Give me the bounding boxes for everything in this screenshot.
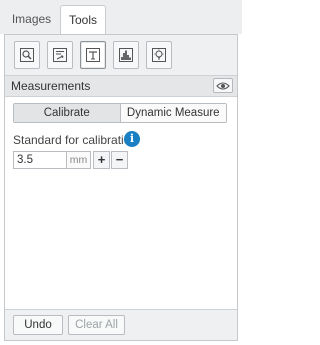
measure-tool-button[interactable] [80,41,106,69]
clear-all-button[interactable]: Clear All [68,315,125,335]
eye-icon [216,81,230,90]
tab-tools[interactable]: Tools [60,5,106,35]
tool-toolbar [5,35,237,76]
panel-footer: Undo Clear All [5,309,237,340]
histogram-icon [119,48,133,62]
calibrate-mode-button[interactable]: Calibrate [14,104,121,122]
tab-images[interactable]: Images [8,5,55,34]
increment-button[interactable]: + [93,151,110,169]
tab-bar: Images Tools [0,0,242,35]
decrement-button[interactable]: − [111,151,128,169]
list-export-icon [53,48,67,62]
visibility-toggle-button[interactable] [213,78,233,93]
lightbulb-icon [152,48,166,62]
calibration-label: Standard for calibration [13,133,138,147]
info-icon[interactable]: i [124,131,140,147]
zoom-search-tool-button[interactable] [14,41,40,69]
dynamic-measure-mode-button[interactable]: Dynamic Measure [120,104,226,122]
measurements-header: Measurements [5,76,237,97]
mode-segmented-control: Calibrate Dynamic Measure [13,103,227,123]
calibration-value-input[interactable] [13,151,67,169]
lightbulb-tool-button[interactable] [146,41,172,69]
undo-button[interactable]: Undo [13,315,63,335]
measure-icon [86,48,100,62]
section-title: Measurements [11,79,91,93]
zoom-search-icon [20,48,34,62]
unit-label: mm [67,151,91,169]
tools-panel: Measurements Calibrate Dynamic Measure S… [4,34,238,341]
histogram-tool-button[interactable] [113,41,139,69]
list-export-tool-button[interactable] [47,41,73,69]
